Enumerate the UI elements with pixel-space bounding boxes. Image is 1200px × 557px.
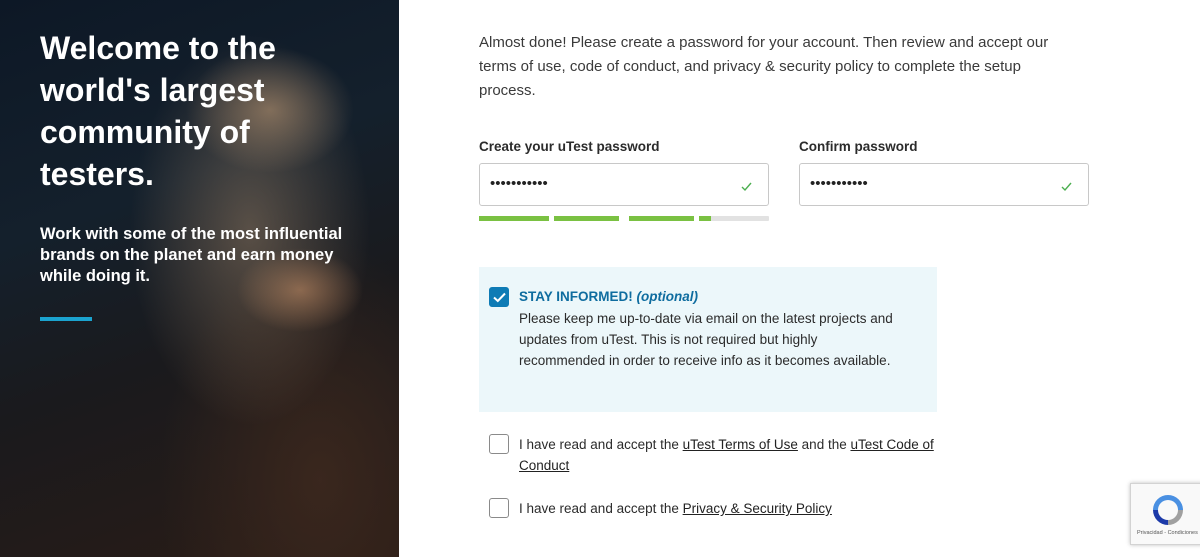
confirm-password-value: ••••••••••• xyxy=(810,175,868,192)
terms-prefix: I have read and accept the xyxy=(519,437,683,452)
stay-informed-description: Please keep me up-to-date via email on t… xyxy=(519,311,893,368)
terms-of-use-link[interactable]: uTest Terms of Use xyxy=(683,437,798,452)
recaptcha-icon xyxy=(1153,495,1183,525)
privacy-prefix: I have read and accept the xyxy=(519,501,683,516)
strength-segment xyxy=(554,216,619,221)
stay-informed-title: STAY INFORMED! (optional) xyxy=(519,289,698,304)
terms-checkbox[interactable] xyxy=(489,434,509,454)
terms-middle: and the xyxy=(797,437,851,452)
privacy-checkbox[interactable] xyxy=(489,498,509,518)
hero-accent-bar xyxy=(40,317,92,321)
strength-segment-fill xyxy=(479,216,549,221)
hero-subtitle: Work with some of the most influential b… xyxy=(40,225,343,285)
confirm-password-field[interactable]: ••••••••••• xyxy=(799,163,1089,206)
password-label: Create your uTest password xyxy=(479,139,660,154)
terms-consent-text: I have read and accept the uTest Terms o… xyxy=(519,434,939,476)
intro-text: Almost done! Please create a password fo… xyxy=(479,34,1049,99)
check-icon xyxy=(1061,182,1072,192)
strength-segment xyxy=(479,216,549,221)
checkmark-icon xyxy=(493,292,506,303)
password-strength-meter xyxy=(479,216,769,221)
recaptcha-badge[interactable]: Privacidad - Condiciones xyxy=(1130,483,1200,545)
strength-segment xyxy=(629,216,694,221)
stay-informed-heading: STAY INFORMED! xyxy=(519,289,633,304)
recaptcha-links[interactable]: Privacidad - Condiciones xyxy=(1137,530,1198,536)
hero-panel: Welcome to the world's largest community… xyxy=(0,0,399,557)
stay-informed-checkbox[interactable] xyxy=(489,287,509,307)
strength-segment-fill xyxy=(699,216,711,221)
privacy-policy-link[interactable]: Privacy & Security Policy xyxy=(683,501,832,516)
check-icon xyxy=(741,182,752,192)
strength-segment xyxy=(699,216,769,221)
hero-title: Welcome to the world's largest community… xyxy=(40,30,276,192)
strength-segment-fill xyxy=(554,216,619,221)
password-field[interactable]: ••••••••••• xyxy=(479,163,769,206)
confirm-password-label: Confirm password xyxy=(799,139,918,154)
password-value: ••••••••••• xyxy=(490,175,548,192)
strength-segment-fill xyxy=(629,216,694,221)
optional-label: (optional) xyxy=(636,289,699,304)
privacy-consent-text: I have read and accept the Privacy & Sec… xyxy=(519,498,939,519)
